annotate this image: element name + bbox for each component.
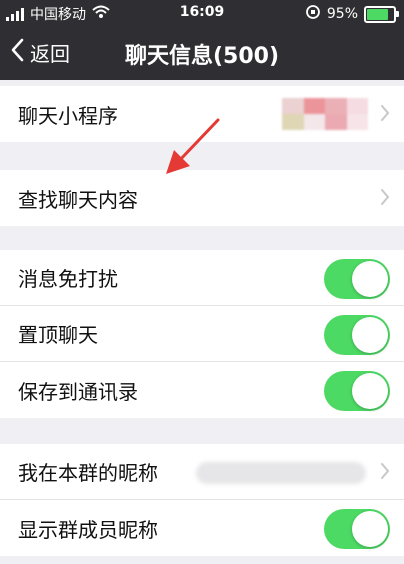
status-bar: 中国移动 16:09 95%: [0, 0, 404, 28]
save-contacts-label: 保存到通讯录: [18, 379, 138, 404]
chevron-right-icon: [380, 188, 390, 210]
pin-label: 置顶聊天: [18, 323, 98, 347]
battery-percent: 95%: [326, 6, 358, 22]
rotation-lock-icon: [305, 4, 321, 24]
toggle-knob: [352, 373, 388, 409]
row-my-group-nickname[interactable]: 我在本群的昵称: [0, 444, 404, 500]
row-mute: 消息免打扰: [0, 250, 404, 306]
navigation-bar: 返回 聊天信息(500): [0, 28, 404, 80]
battery-fill: [367, 8, 388, 20]
mute-toggle[interactable]: [324, 259, 390, 299]
search-chat-label: 查找聊天内容: [18, 187, 138, 212]
group-chat-toggles: 消息免打扰 置顶聊天 保存到通讯录: [0, 250, 404, 418]
my-group-nickname-label: 我在本群的昵称: [18, 461, 158, 485]
toggle-knob: [352, 317, 388, 353]
group-nickname: 我在本群的昵称 显示群成员昵称: [0, 444, 404, 556]
row-pin: 置顶聊天: [0, 306, 404, 362]
row-save-contacts: 保存到通讯录: [0, 362, 404, 418]
toggle-knob: [352, 261, 388, 297]
chevron-right-icon: [380, 104, 390, 126]
chevron-right-icon: [380, 462, 390, 484]
page-title: 聊天信息(500): [124, 44, 280, 69]
row-show-member-nicknames: 显示群成员昵称: [0, 500, 404, 556]
show-member-nicknames-label: 显示群成员昵称: [18, 517, 158, 542]
show-member-nicknames-toggle[interactable]: [324, 509, 390, 549]
toggle-knob: [352, 511, 388, 547]
save-contacts-toggle[interactable]: [324, 371, 390, 411]
status-right: 95%: [305, 4, 399, 24]
mini-programs-label: 聊天小程序: [18, 103, 118, 128]
top-bar: 中国移动 16:09 95% 返回 聊天信息(500): [0, 0, 404, 80]
battery-icon: [364, 5, 399, 23]
annotation-arrow-icon: [166, 118, 220, 174]
battery-nub: [396, 10, 399, 17]
nickname-value-redacted: [196, 462, 366, 484]
pin-toggle[interactable]: [324, 315, 390, 355]
mute-label: 消息免打扰: [18, 267, 118, 291]
mini-program-thumbnails: [282, 98, 368, 130]
